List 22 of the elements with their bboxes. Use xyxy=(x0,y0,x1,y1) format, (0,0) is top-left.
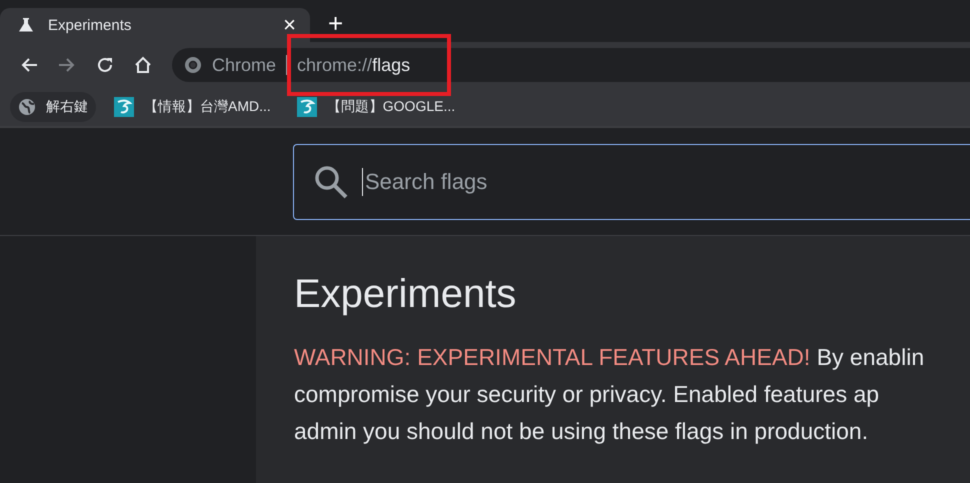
flask-icon xyxy=(18,17,34,33)
address-bar[interactable]: Chrome chrome://flags xyxy=(172,48,970,82)
browser-tab[interactable]: Experiments × xyxy=(0,8,310,42)
new-tab-button[interactable]: + xyxy=(324,8,348,39)
bookmark-item[interactable]: 【問題】GOOGLE... xyxy=(288,92,464,122)
back-icon xyxy=(20,57,38,73)
close-tab-button[interactable]: × xyxy=(279,12,300,38)
bookmark-item[interactable]: 解右鍵 xyxy=(10,92,96,122)
site-logo-icon xyxy=(114,97,134,117)
home-icon xyxy=(134,56,152,74)
globe-icon xyxy=(18,98,36,116)
search-field[interactable]: Search flags xyxy=(293,144,970,220)
forward-icon xyxy=(58,57,76,73)
reload-icon xyxy=(96,56,114,74)
tab-title: Experiments xyxy=(48,16,132,34)
warning-paragraph: WARNING: EXPERIMENTAL FEATURES AHEAD! By enablin compromise your security or privacy. Enabled features ap admin you should not be using these flags in production. xyxy=(294,343,926,446)
site-label: Chrome xyxy=(212,54,276,76)
bookmark-item[interactable]: 【情報】台灣AMD... xyxy=(106,92,279,122)
url-text: chrome://flags xyxy=(297,54,410,76)
search-icon xyxy=(314,164,348,198)
site-logo-icon xyxy=(296,97,317,117)
page-heading: Experiments xyxy=(294,272,518,317)
